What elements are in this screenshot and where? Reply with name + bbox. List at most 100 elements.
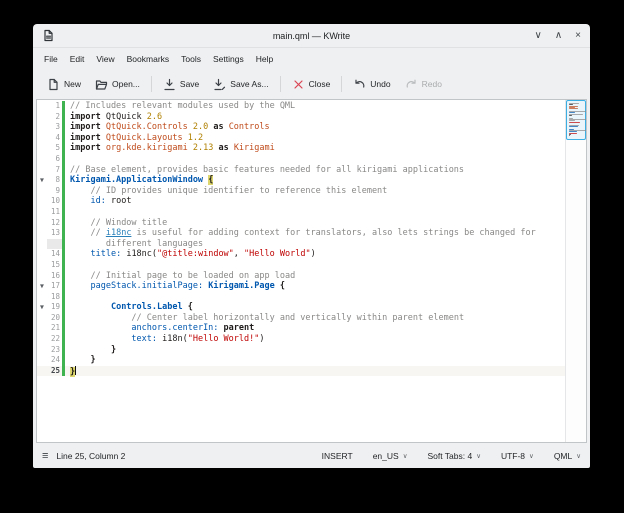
code-line[interactable]: 3import QtQuick.Controls 2.0 as Controls [37,122,565,133]
line-number: 21 [47,323,62,334]
code-line[interactable]: 20 // Center label horizontally and vert… [37,313,565,324]
redo-button[interactable]: Redo [398,74,449,95]
code-line[interactable]: 14 title: i18nc("@title:window", "Hello … [37,249,565,260]
code-line[interactable]: 1// Includes relevant modules used by th… [37,101,565,112]
code-line[interactable]: 2import QtQuick 2.6 [37,112,565,123]
minimap[interactable] [568,102,584,139]
code-line[interactable]: 9 // ID provides unique identifier to re… [37,186,565,197]
fold-column [37,292,47,303]
code-text: Kirigami.ApplicationWindow { [65,175,213,186]
code-line[interactable]: 23 } [37,345,565,356]
minimap-line [569,126,578,127]
cursor-position[interactable]: Line 25, Column 2 [56,451,125,461]
redo-icon [405,78,418,91]
toolbar-button-label: Save [180,79,199,89]
line-number [47,239,62,250]
undo-button[interactable]: Undo [346,74,397,95]
line-number: 22 [47,334,62,345]
syntax-mode-label: QML [554,451,572,461]
code-line[interactable]: ▼19 Controls.Label { [37,302,565,313]
encoding-selector[interactable]: UTF-8 ∨ [501,451,534,461]
code-line[interactable]: different languages [37,239,565,250]
code-line[interactable]: 10 id: root [37,196,565,207]
code-line[interactable]: 18 [37,292,565,303]
dictionary-label: en_US [373,451,399,461]
titlebar[interactable]: main.qml — KWrite ∨ ∧ × [33,24,590,48]
hamburger-icon[interactable]: ≡ [42,451,48,461]
code-text: id: root [65,196,131,207]
code-line[interactable]: 16 // Initial page to be loaded on app l… [37,271,565,282]
toolbar-separator [151,76,152,92]
fold-column [37,101,47,112]
code-line[interactable]: ▼17 pageStack.initialPage: Kirigami.Page… [37,281,565,292]
menu-item-settings[interactable]: Settings [207,51,250,67]
fold-marker-icon[interactable]: ▼ [37,175,47,186]
code-text: // Initial page to be loaded on app load [65,271,295,282]
code-line[interactable]: 11 [37,207,565,218]
code-line[interactable]: 21 anchors.centerIn: parent [37,323,565,334]
new-button[interactable]: New [40,74,88,95]
input-mode-button[interactable]: INSERT [322,451,353,461]
code-line[interactable]: 25} [37,366,565,377]
code-line[interactable]: 15 [37,260,565,271]
menu-item-file[interactable]: File [38,51,64,67]
code-line[interactable]: 22 text: i18n("Hello World!") [37,334,565,345]
dictionary-selector[interactable]: en_US ∨ [373,451,408,461]
chevron-down-icon: ∨ [403,452,408,460]
menu-item-bookmarks[interactable]: Bookmarks [121,51,176,67]
fold-column [37,355,47,366]
open-button[interactable]: Open... [88,74,147,95]
menu-item-edit[interactable]: Edit [64,51,91,67]
code-line[interactable]: ▼8Kirigami.ApplicationWindow { [37,175,565,186]
toolbar-button-label: Close [309,79,331,89]
code-line[interactable]: 6 [37,154,565,165]
fold-marker-icon[interactable]: ▼ [37,281,47,292]
line-number: 10 [47,196,62,207]
menubar: FileEditViewBookmarksToolsSettingsHelp [33,48,590,69]
syntax-mode-selector[interactable]: QML ∨ [554,451,581,461]
code-area[interactable]: 1// Includes relevant modules used by th… [37,100,565,442]
code-line[interactable]: 12 // Window title [37,218,565,229]
saveas-button[interactable]: Save As... [206,74,275,95]
code-text: // Base element, provides basic features… [65,165,464,176]
code-line[interactable]: 5import org.kde.kirigami 2.13 as Kirigam… [37,143,565,154]
code-line[interactable]: 13 // i18nc is useful for adding context… [37,228,565,239]
line-number: 23 [47,345,62,356]
window-title: main.qml — KWrite [33,31,590,41]
close-window-button[interactable]: × [575,31,581,41]
fold-column [37,154,47,165]
menu-item-help[interactable]: Help [250,51,279,67]
line-number: 6 [47,154,62,165]
code-line[interactable]: 4import QtQuick.Layouts 1.2 [37,133,565,144]
tab-width-selector[interactable]: Soft Tabs: 4 ∨ [427,451,481,461]
close-button[interactable]: Close [285,74,338,95]
fold-column [37,323,47,334]
toolbar-button-label: Undo [370,79,390,89]
input-mode-label: INSERT [322,451,353,461]
menu-item-view[interactable]: View [90,51,120,67]
toolbar-separator [280,76,281,92]
code-line[interactable]: 24 } [37,355,565,366]
menu-item-tools[interactable]: Tools [175,51,207,67]
toolbar-button-label: Save As... [230,79,268,89]
code-text: different languages [65,239,203,250]
line-number: 19 [47,302,62,313]
fold-column [37,366,47,377]
minimap-line [569,122,580,123]
line-number: 25 [47,366,62,377]
code-text: } [65,355,96,366]
maximize-button[interactable]: ∧ [555,31,562,41]
code-text [65,292,70,303]
code-text: import QtQuick.Controls 2.0 as Controls [65,122,270,133]
minimize-button[interactable]: ∨ [535,31,542,41]
toolbar-button-label: New [64,79,81,89]
save-button[interactable]: Save [156,74,206,95]
minimap-line [569,108,578,109]
line-number: 3 [47,122,62,133]
code-line[interactable]: 7// Base element, provides basic feature… [37,165,565,176]
code-text: title: i18nc("@title:window", "Hello Wor… [65,249,316,260]
fold-marker-icon[interactable]: ▼ [37,302,47,313]
editor[interactable]: 1// Includes relevant modules used by th… [36,99,587,443]
scrollbar[interactable] [565,100,586,442]
fold-column [37,228,47,239]
